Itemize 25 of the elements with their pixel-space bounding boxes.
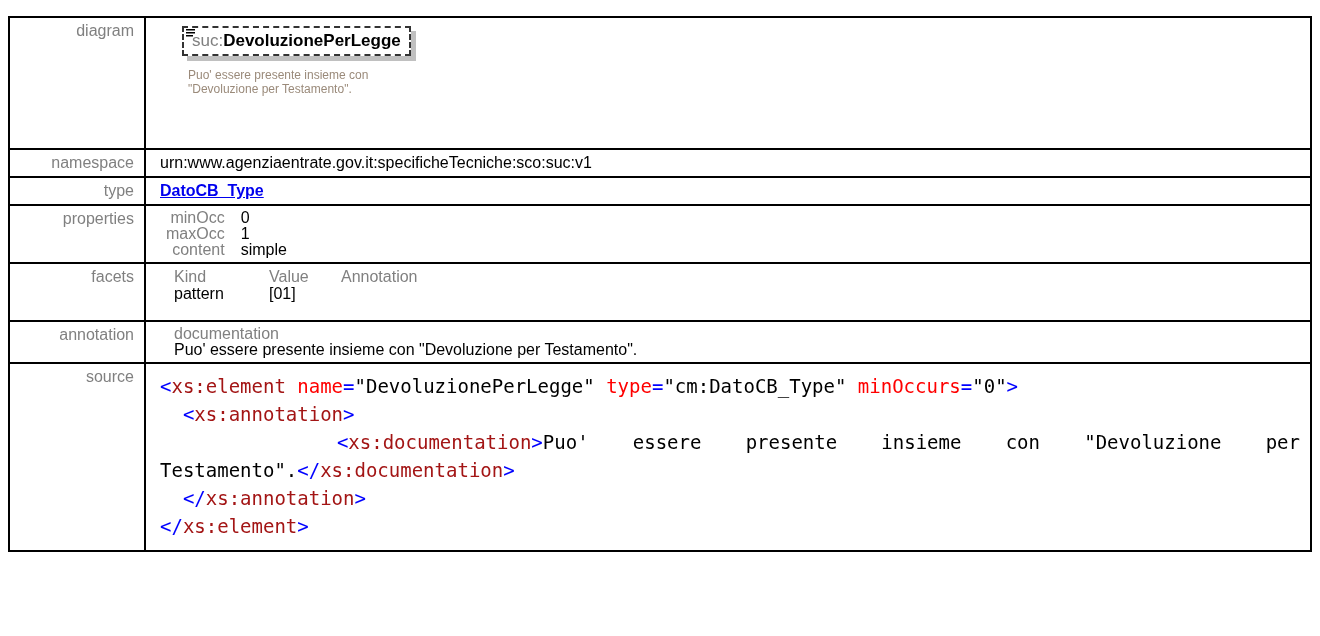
property-value: 0 xyxy=(240,210,251,226)
xml-source-code: <xs:element name="DevoluzionePerLegge" type="cm:DatoCB_Type" minOccurs="0"> <xs:annotation> <xs:documentation>Puo' essere presente insieme con "Devoluzione per Testamento".</xs:documentation> </xs:annotation> </xs:element> xyxy=(160,374,1300,539)
facet-heading: Annotation xyxy=(341,268,418,285)
property-name: maxOcc xyxy=(166,226,225,242)
row-label: properties xyxy=(9,205,145,263)
row-label: diagram xyxy=(9,17,145,149)
facet-heading: Kind xyxy=(174,268,208,285)
annotation-heading: documentation xyxy=(174,326,280,342)
facet-value: [01] xyxy=(269,285,297,302)
annotation-text: Puo' essere presente insieme con "Devoluzione per Testamento". xyxy=(174,342,639,358)
type-link[interactable]: DatoCB_Type xyxy=(160,182,264,199)
row-label: source xyxy=(9,363,145,551)
namespace-value: urn:www.agenziaentrate.gov.it:specificheTecniche:sco:suc:v1 xyxy=(160,154,592,171)
property-name: content xyxy=(171,242,225,258)
facet-kind: pattern xyxy=(174,285,225,302)
row-label: namespace xyxy=(9,149,145,177)
diagram-note: Puo' essere presente insieme con "Devoluzione per Testamento". xyxy=(188,68,370,96)
property-value: simple xyxy=(240,242,287,258)
row-label: facets xyxy=(9,263,145,321)
property-value: 1 xyxy=(240,226,251,242)
documentation-icon xyxy=(186,29,195,37)
row-label: type xyxy=(9,177,145,205)
property-name: minOcc xyxy=(169,210,225,226)
facet-heading: Value xyxy=(269,268,310,285)
row-label: annotation xyxy=(9,321,145,363)
